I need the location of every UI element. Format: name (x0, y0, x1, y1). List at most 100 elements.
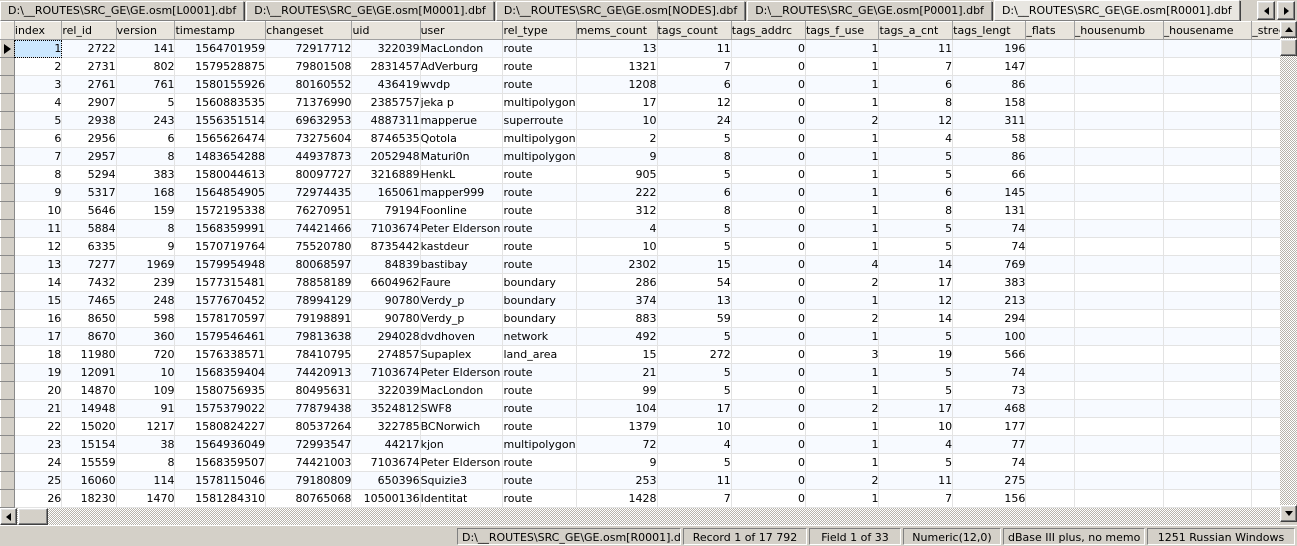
cell-tags_a_cnt[interactable]: 4 (878, 435, 954, 454)
cell-_housenumb[interactable] (1074, 345, 1164, 364)
cell-tags_lengt[interactable]: 294 (952, 309, 1027, 328)
horizontal-scroll-thumb[interactable] (18, 508, 48, 525)
cell-_housenumb[interactable] (1074, 57, 1164, 76)
cell-tags_a_cnt[interactable]: 5 (878, 363, 954, 382)
table-row[interactable]: 26 18230 1470 1581284310 80765068 10500136 Ide… (0, 489, 1297, 508)
cell-_housenumb[interactable] (1074, 147, 1164, 166)
cell-version[interactable]: 8 (116, 219, 176, 238)
cell-user[interactable]: Supaplex (420, 345, 504, 364)
cell-_housenumb[interactable] (1074, 363, 1164, 382)
cell-timestamp[interactable]: 1577670452 (174, 291, 267, 310)
cell-tags_lengt[interactable]: 566 (952, 345, 1027, 364)
cell-mems_count[interactable]: 104 (576, 399, 658, 418)
cell-timestamp[interactable]: 1572195338 (174, 201, 267, 220)
data-grid-container[interactable]: index rel_id version timestamp changeset uid u… (0, 21, 1297, 522)
column-header-tags_count[interactable]: tags_count (657, 21, 732, 40)
cell-tags_lengt[interactable]: 100 (952, 327, 1027, 346)
cell-tags_f_use[interactable]: 1 (805, 57, 880, 76)
cell-tags_a_cnt[interactable]: 5 (878, 147, 954, 166)
cell-timestamp[interactable]: 1580155926 (174, 75, 267, 94)
cell-rel_id[interactable]: 2722 (61, 39, 117, 58)
cell-version[interactable]: 360 (116, 327, 176, 346)
cell-rel_id[interactable]: 2907 (61, 93, 117, 112)
cell-user[interactable]: HenkL (420, 165, 504, 184)
table-row[interactable]: 11 5884 8 1568359991 74421466 7103674 Peter El… (0, 219, 1297, 238)
cell-tags_f_use[interactable]: 4 (805, 255, 880, 274)
cell-tags_lengt[interactable]: 177 (952, 417, 1027, 436)
cell-index[interactable]: 13 (14, 255, 63, 274)
cell-uid[interactable]: 4887311 (351, 111, 421, 130)
cell-rel_id[interactable]: 6335 (61, 237, 117, 256)
cell-_housenumb[interactable] (1074, 201, 1164, 220)
column-header-tags_addrc[interactable]: tags_addrc (731, 21, 806, 40)
cell-tags_addrc[interactable]: 0 (731, 39, 806, 58)
cell-uid[interactable]: 274857 (351, 345, 421, 364)
cell-index[interactable]: 20 (14, 381, 63, 400)
cell-tags_lengt[interactable]: 311 (952, 111, 1027, 130)
cell-timestamp[interactable]: 1564854905 (174, 183, 267, 202)
cell-changeset[interactable]: 72993547 (265, 435, 353, 454)
cell-changeset[interactable]: 80765068 (265, 489, 353, 508)
cell-rel_id[interactable]: 2761 (61, 75, 117, 94)
cell-tags_lengt[interactable]: 145 (952, 183, 1027, 202)
cell-rel_type[interactable]: route (502, 255, 577, 274)
column-header-_housename[interactable]: _housename (1163, 21, 1253, 40)
tab-2[interactable]: D:\__ROUTES\SRC_GE\GE.osm[NODES].dbf (495, 1, 746, 21)
row-selector-cell[interactable] (0, 255, 15, 274)
cell-_flats[interactable] (1025, 453, 1075, 472)
cell-index[interactable]: 26 (14, 489, 63, 508)
cell-index[interactable]: 18 (14, 345, 63, 364)
cell-_housename[interactable] (1163, 363, 1253, 382)
cell-rel_id[interactable]: 5317 (61, 183, 117, 202)
vertical-scroll-track[interactable] (1280, 38, 1297, 505)
cell-_flats[interactable] (1025, 327, 1075, 346)
cell-tags_f_use[interactable]: 1 (805, 93, 880, 112)
cell-tags_f_use[interactable]: 3 (805, 345, 880, 364)
cell-tags_addrc[interactable]: 0 (731, 453, 806, 472)
column-header-rel_type[interactable]: rel_type (502, 21, 577, 40)
cell-changeset[interactable]: 79813638 (265, 327, 353, 346)
cell-_flats[interactable] (1025, 417, 1075, 436)
cell-index[interactable]: 10 (14, 201, 63, 220)
cell-_flats[interactable] (1025, 147, 1075, 166)
cell-tags_a_cnt[interactable]: 14 (878, 309, 954, 328)
cell-uid[interactable]: 10500136 (351, 489, 421, 508)
cell-changeset[interactable]: 73275604 (265, 129, 353, 148)
cell-version[interactable]: 8 (116, 453, 176, 472)
column-header-_flats[interactable]: _flats (1025, 21, 1075, 40)
cell-_housenumb[interactable] (1074, 309, 1164, 328)
cell-rel_type[interactable]: route (502, 471, 577, 490)
cell-mems_count[interactable]: 1208 (576, 75, 658, 94)
table-row[interactable]: 4 2907 5 1560883535 71376990 2385757 jeka p mul… (0, 93, 1297, 112)
row-selector-cell[interactable] (0, 219, 15, 238)
cell-rel_type[interactable]: route (502, 237, 577, 256)
cell-_housename[interactable] (1163, 471, 1253, 490)
row-selector-cell[interactable] (0, 273, 15, 292)
cell-tags_a_cnt[interactable]: 17 (878, 399, 954, 418)
cell-user[interactable]: bastibay (420, 255, 504, 274)
cell-tags_addrc[interactable]: 0 (731, 201, 806, 220)
cell-tags_count[interactable]: 5 (657, 129, 732, 148)
cell-changeset[interactable]: 69632953 (265, 111, 353, 130)
cell-tags_count[interactable]: 5 (657, 219, 732, 238)
cell-version[interactable]: 6 (116, 129, 176, 148)
cell-rel_id[interactable]: 7277 (61, 255, 117, 274)
cell-rel_type[interactable]: boundary (502, 291, 577, 310)
cell-tags_f_use[interactable]: 1 (805, 75, 880, 94)
cell-tags_a_cnt[interactable]: 11 (878, 471, 954, 490)
cell-tags_lengt[interactable]: 213 (952, 291, 1027, 310)
row-selector-cell[interactable] (0, 57, 15, 76)
cell-rel_id[interactable]: 11980 (61, 345, 117, 364)
cell-tags_a_cnt[interactable]: 12 (878, 291, 954, 310)
cell-timestamp[interactable]: 1578115046 (174, 471, 267, 490)
cell-uid[interactable]: 8735442 (351, 237, 421, 256)
cell-_flats[interactable] (1025, 471, 1075, 490)
cell-changeset[interactable]: 74420913 (265, 363, 353, 382)
horizontal-scroll-track[interactable] (17, 508, 1280, 525)
cell-version[interactable]: 109 (116, 381, 176, 400)
cell-index[interactable]: 3 (14, 75, 63, 94)
row-selector-cell[interactable] (0, 39, 15, 58)
cell-uid[interactable]: 165061 (351, 183, 421, 202)
cell-tags_count[interactable]: 5 (657, 237, 732, 256)
row-selector-cell[interactable] (0, 201, 15, 220)
